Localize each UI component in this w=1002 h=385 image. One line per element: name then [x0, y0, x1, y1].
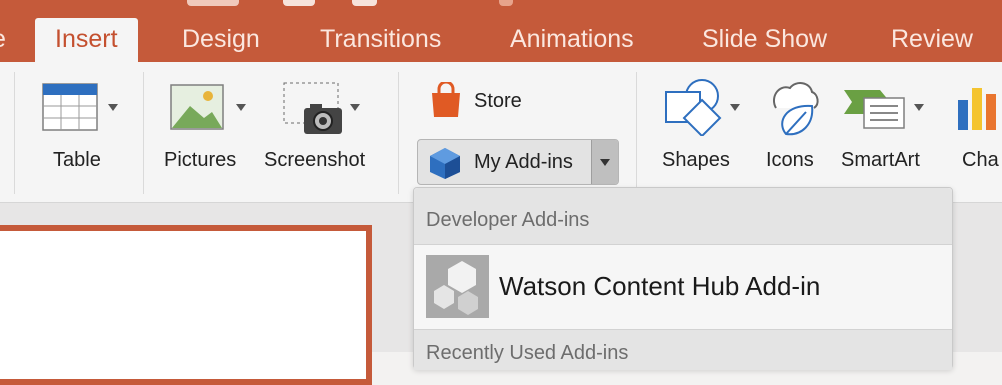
recent-addins-heading: Recently Used Add-ins	[426, 342, 629, 364]
smartart-label: SmartArt	[841, 149, 920, 171]
ribbon-separator	[14, 72, 15, 194]
slide-thumbnail[interactable]	[0, 225, 372, 385]
ribbon-separator	[143, 72, 144, 194]
my-addins-menu: Developer Add-ins Watson Content Hub Add…	[413, 187, 953, 370]
my-addins-label: My Add-ins	[474, 151, 573, 173]
shapes-button[interactable]	[664, 78, 726, 141]
developer-addins-header: Developer Add-ins	[414, 188, 952, 245]
pictures-dropdown-arrow[interactable]	[236, 104, 246, 111]
chart-button[interactable]	[956, 82, 1002, 137]
table-button[interactable]	[42, 82, 98, 139]
addins-cube-icon	[430, 148, 460, 179]
screenshot-dropdown-arrow[interactable]	[350, 104, 360, 111]
title-bar-control	[352, 0, 377, 6]
table-label: Table	[53, 149, 101, 171]
ribbon-separator	[636, 72, 637, 194]
title-bar-control	[499, 0, 513, 6]
title-bar-control	[187, 0, 239, 6]
smartart-dropdown-arrow[interactable]	[914, 104, 924, 111]
table-dropdown-arrow[interactable]	[108, 104, 118, 111]
ribbon-insert-panel: Table Pictures Screenshot Store My Add-i…	[0, 62, 1002, 203]
addin-name: Watson Content Hub Add-in	[499, 271, 821, 301]
tab-insert[interactable]: Insert	[35, 18, 138, 62]
chart-icon	[958, 88, 996, 130]
screenshot-icon	[283, 82, 342, 134]
my-addins-button[interactable]: My Add-ins	[417, 139, 619, 185]
pictures-button[interactable]	[170, 84, 226, 137]
my-addins-split-arrow[interactable]	[591, 140, 618, 184]
store-bag-icon	[432, 80, 460, 117]
developer-addins-heading: Developer Add-ins	[426, 209, 590, 231]
tab-animations[interactable]: Animations	[510, 22, 634, 56]
addin-menu-item[interactable]: Watson Content Hub Add-in	[414, 245, 952, 329]
chart-label: Cha	[962, 149, 999, 171]
smartart-button[interactable]	[844, 84, 908, 139]
tab-transitions[interactable]: Transitions	[320, 22, 441, 56]
shapes-dropdown-arrow[interactable]	[730, 104, 740, 111]
ribbon-separator	[398, 72, 399, 194]
title-bar-control	[283, 0, 315, 6]
ribbon-tab-bar: e Insert Design Transitions Animations S…	[0, 0, 1002, 62]
icons-button[interactable]	[766, 78, 822, 143]
store-label[interactable]: Store	[474, 90, 522, 113]
icons-label: Icons	[766, 149, 814, 171]
table-icon	[42, 83, 98, 131]
store-button[interactable]	[429, 80, 463, 123]
shapes-label: Shapes	[662, 149, 730, 171]
pictures-icon	[170, 84, 224, 130]
smartart-icon	[844, 90, 905, 129]
tab-slide-show[interactable]: Slide Show	[702, 22, 827, 56]
icons-cat-leaf-icon	[772, 82, 819, 136]
recent-addins-header: Recently Used Add-ins	[414, 330, 952, 370]
screenshot-button[interactable]	[282, 80, 346, 143]
screenshot-label: Screenshot	[264, 149, 366, 171]
pictures-label: Pictures	[164, 149, 237, 171]
chevron-down-icon	[600, 159, 610, 166]
addin-hexagon-icon	[426, 255, 489, 318]
tab-review[interactable]: Review	[891, 22, 973, 56]
shapes-icon	[665, 79, 722, 138]
tab-design[interactable]: Design	[182, 22, 260, 56]
tab-home[interactable]: e	[0, 22, 6, 56]
